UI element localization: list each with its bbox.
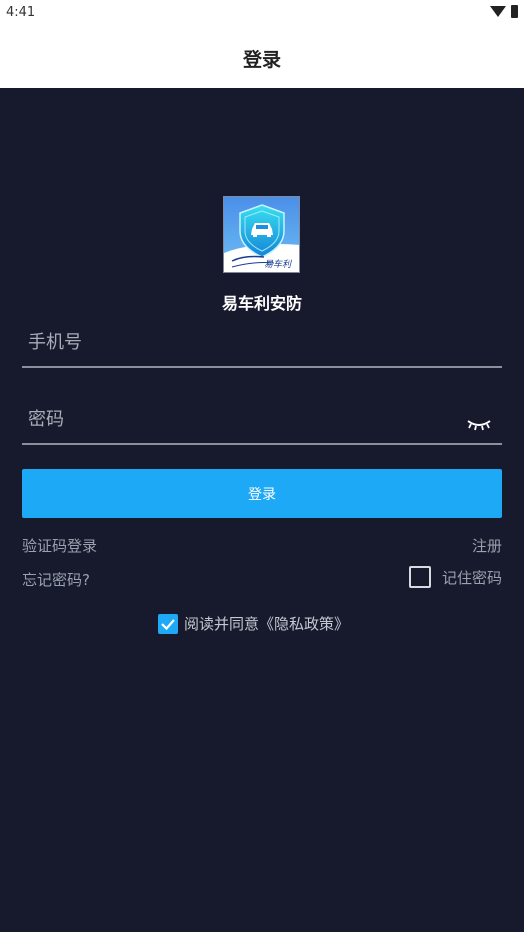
battery-icon: [511, 5, 518, 18]
phone-input[interactable]: [22, 320, 452, 364]
header: 登录: [0, 28, 524, 88]
privacy-agreement[interactable]: 阅读并同意《隐私政策》: [158, 613, 349, 634]
status-bar: 4:41: [0, 0, 524, 28]
register-link[interactable]: 注册: [472, 535, 502, 556]
forgot-password-link[interactable]: 忘记密码?: [22, 569, 90, 590]
password-field: [22, 385, 502, 445]
remember-password-toggle[interactable]: 记住密码: [408, 566, 502, 588]
eye-closed-icon[interactable]: [466, 417, 492, 433]
remember-label: 记住密码: [441, 568, 502, 587]
login-button[interactable]: 登录: [22, 469, 502, 518]
code-login-link[interactable]: 验证码登录: [22, 535, 97, 556]
password-underline: [22, 443, 502, 445]
page-title: 登录: [242, 48, 281, 71]
remember-checkbox[interactable]: [408, 566, 431, 588]
app-logo-image: 易车利: [223, 196, 300, 273]
wifi-icon: [490, 6, 506, 17]
logo-lettering: 易车利: [264, 259, 293, 270]
agreement-checkbox[interactable]: [158, 613, 178, 634]
password-input[interactable]: [22, 397, 452, 441]
app-logo-icon: 易车利: [224, 197, 299, 272]
phone-field: [22, 308, 502, 368]
checkmark-icon: [161, 618, 175, 630]
agreement-label: 阅读并同意《隐私政策》: [184, 615, 350, 633]
status-time: 4:41: [6, 5, 36, 20]
phone-underline: [22, 366, 502, 368]
status-icons: [490, 5, 518, 18]
